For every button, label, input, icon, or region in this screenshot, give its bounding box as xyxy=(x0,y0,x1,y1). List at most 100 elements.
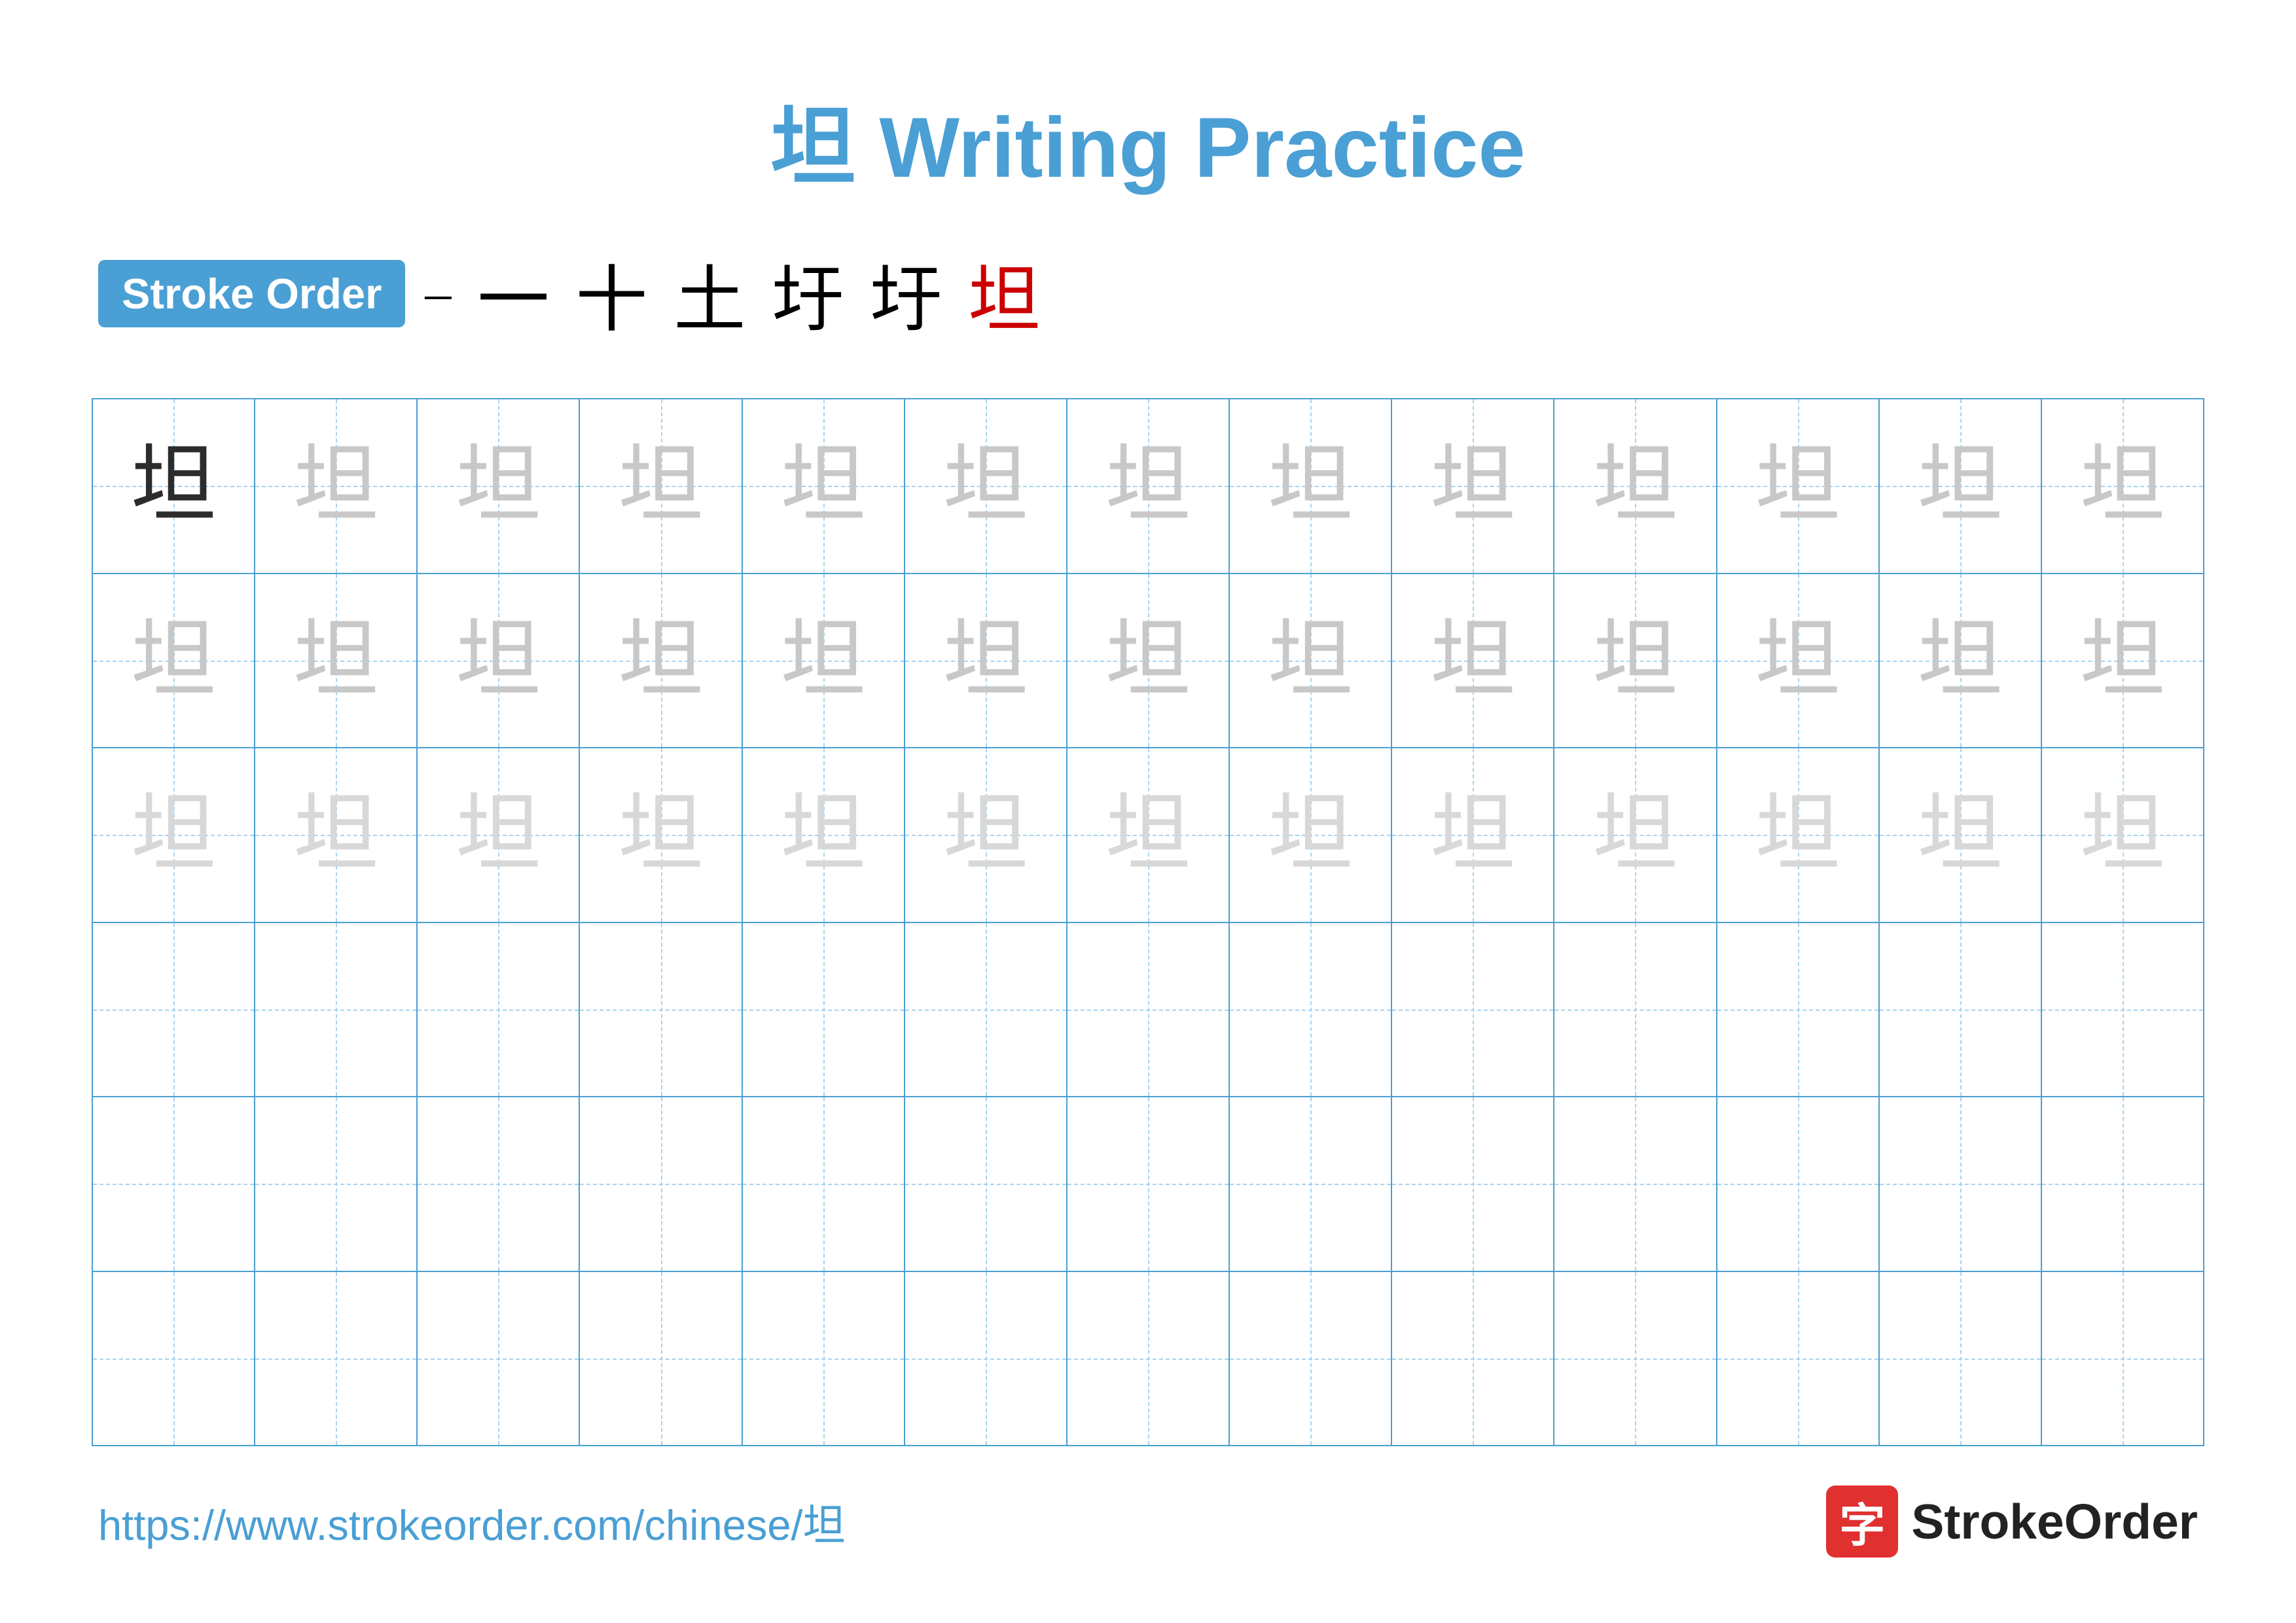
grid-cell[interactable] xyxy=(743,1272,905,1446)
grid-cell[interactable]: 坦 xyxy=(1067,748,1230,922)
grid-cell[interactable] xyxy=(743,1097,905,1271)
grid-cell[interactable] xyxy=(2042,923,2203,1097)
grid-cell[interactable] xyxy=(418,1097,580,1271)
grid-cell[interactable] xyxy=(1230,1097,1392,1271)
cell-char: 坦 xyxy=(781,443,866,528)
grid-cell[interactable] xyxy=(1392,1272,1554,1446)
grid-cell[interactable] xyxy=(580,1097,742,1271)
grid-cell[interactable]: 坦 xyxy=(905,399,1067,573)
grid-cell[interactable] xyxy=(2042,1272,2203,1446)
practice-grid: 坦 坦 坦 坦 坦 坦 坦 坦 坦 坦 坦 坦 坦 坦 坦 坦 坦 坦 坦 坦 … xyxy=(92,398,2204,1446)
page: 坦 Writing Practice Stroke Order – 一 十 土 … xyxy=(0,0,2296,1623)
grid-cell[interactable]: 坦 xyxy=(1392,399,1554,573)
grid-cell[interactable] xyxy=(1230,923,1392,1097)
grid-cell[interactable] xyxy=(905,923,1067,1097)
grid-cell[interactable]: 坦 xyxy=(1067,399,1230,573)
grid-cell[interactable] xyxy=(743,923,905,1097)
cell-char: 坦 xyxy=(2080,792,2165,877)
grid-cell[interactable]: 坦 xyxy=(1717,399,1880,573)
grid-cell[interactable]: 坦 xyxy=(1880,399,2042,573)
grid-cell[interactable] xyxy=(1554,1272,1717,1446)
grid-cell[interactable] xyxy=(580,1272,742,1446)
cell-char: 坦 xyxy=(1268,792,1353,877)
grid-cell[interactable]: 坦 xyxy=(1880,574,2042,748)
grid-cell[interactable]: 坦 xyxy=(255,748,418,922)
grid-cell[interactable] xyxy=(1067,1097,1230,1271)
title-char: 坦 xyxy=(770,100,855,195)
grid-cell[interactable]: 坦 xyxy=(580,574,742,748)
grid-cell[interactable] xyxy=(2042,1097,2203,1271)
grid-cell[interactable]: 坦 xyxy=(1880,748,2042,922)
grid-cell[interactable] xyxy=(905,1272,1067,1446)
grid-cell[interactable]: 坦 xyxy=(1554,748,1717,922)
grid-cell[interactable] xyxy=(1392,1097,1554,1271)
cell-char: 坦 xyxy=(131,792,216,877)
cell-char: 坦 xyxy=(1918,618,2003,703)
grid-cell[interactable] xyxy=(255,923,418,1097)
grid-row-1: 坦 坦 坦 坦 坦 坦 坦 坦 坦 坦 坦 坦 坦 xyxy=(93,399,2203,574)
grid-cell[interactable] xyxy=(905,1097,1067,1271)
grid-cell[interactable] xyxy=(1554,1097,1717,1271)
grid-cell[interactable] xyxy=(1067,1272,1230,1446)
grid-cell[interactable] xyxy=(1880,923,2042,1097)
grid-cell[interactable]: 坦 xyxy=(1230,574,1392,748)
grid-cell[interactable]: 坦 xyxy=(2042,574,2203,748)
grid-cell[interactable] xyxy=(255,1097,418,1271)
grid-cell[interactable] xyxy=(1230,1272,1392,1446)
grid-cell[interactable]: 坦 xyxy=(1392,574,1554,748)
cell-char: 坦 xyxy=(293,443,378,528)
grid-cell[interactable] xyxy=(93,1272,255,1446)
grid-cell[interactable]: 坦 xyxy=(580,748,742,922)
grid-cell[interactable]: 坦 xyxy=(1554,399,1717,573)
grid-row-6 xyxy=(93,1272,2203,1446)
grid-cell[interactable] xyxy=(93,1097,255,1271)
grid-cell[interactable] xyxy=(255,1272,418,1446)
grid-cell[interactable] xyxy=(1880,1097,2042,1271)
stroke-order-row: Stroke Order – 一 十 土 圩 圩 坦 xyxy=(92,241,2204,346)
grid-cell[interactable] xyxy=(418,923,580,1097)
grid-cell[interactable] xyxy=(1717,923,1880,1097)
grid-cell[interactable]: 坦 xyxy=(255,399,418,573)
grid-cell[interactable]: 坦 xyxy=(418,399,580,573)
grid-cell[interactable]: 坦 xyxy=(1230,748,1392,922)
cell-char: 坦 xyxy=(1105,443,1191,528)
grid-cell[interactable]: 坦 xyxy=(1230,399,1392,573)
grid-cell[interactable]: 坦 xyxy=(905,574,1067,748)
grid-cell[interactable]: 坦 xyxy=(905,748,1067,922)
grid-cell[interactable] xyxy=(580,923,742,1097)
grid-cell[interactable]: 坦 xyxy=(743,748,905,922)
grid-cell[interactable]: 坦 xyxy=(743,399,905,573)
grid-cell[interactable] xyxy=(1717,1272,1880,1446)
grid-cell[interactable] xyxy=(1554,923,1717,1097)
grid-cell[interactable]: 坦 xyxy=(255,574,418,748)
grid-cell[interactable] xyxy=(1067,923,1230,1097)
grid-cell[interactable]: 坦 xyxy=(1554,574,1717,748)
cell-char: 坦 xyxy=(1268,618,1353,703)
cell-char: 坦 xyxy=(131,618,216,703)
grid-cell[interactable]: 坦 xyxy=(1717,574,1880,748)
grid-cell[interactable] xyxy=(418,1272,580,1446)
grid-row-3: 坦 坦 坦 坦 坦 坦 坦 坦 坦 坦 坦 坦 坦 xyxy=(93,748,2203,923)
grid-cell[interactable]: 坦 xyxy=(418,748,580,922)
grid-cell[interactable]: 坦 xyxy=(580,399,742,573)
grid-cell[interactable]: 坦 xyxy=(1392,748,1554,922)
grid-cell[interactable] xyxy=(1717,1097,1880,1271)
grid-cell[interactable]: 坦 xyxy=(2042,748,2203,922)
grid-cell[interactable]: 坦 xyxy=(2042,399,2203,573)
cell-char: 坦 xyxy=(456,792,541,877)
stroke-sep: – xyxy=(425,264,451,323)
cell-char: 坦 xyxy=(943,618,1028,703)
cell-char: 坦 xyxy=(781,792,866,877)
grid-cell[interactable]: 坦 xyxy=(93,399,255,573)
grid-cell[interactable]: 坦 xyxy=(743,574,905,748)
grid-cell[interactable]: 坦 xyxy=(93,748,255,922)
grid-cell[interactable] xyxy=(93,923,255,1097)
cell-char: 坦 xyxy=(1430,443,1515,528)
grid-cell[interactable] xyxy=(1880,1272,2042,1446)
grid-cell[interactable] xyxy=(1392,923,1554,1097)
grid-cell[interactable]: 坦 xyxy=(1717,748,1880,922)
cell-char: 坦 xyxy=(293,792,378,877)
grid-cell[interactable]: 坦 xyxy=(93,574,255,748)
grid-cell[interactable]: 坦 xyxy=(1067,574,1230,748)
grid-cell[interactable]: 坦 xyxy=(418,574,580,748)
